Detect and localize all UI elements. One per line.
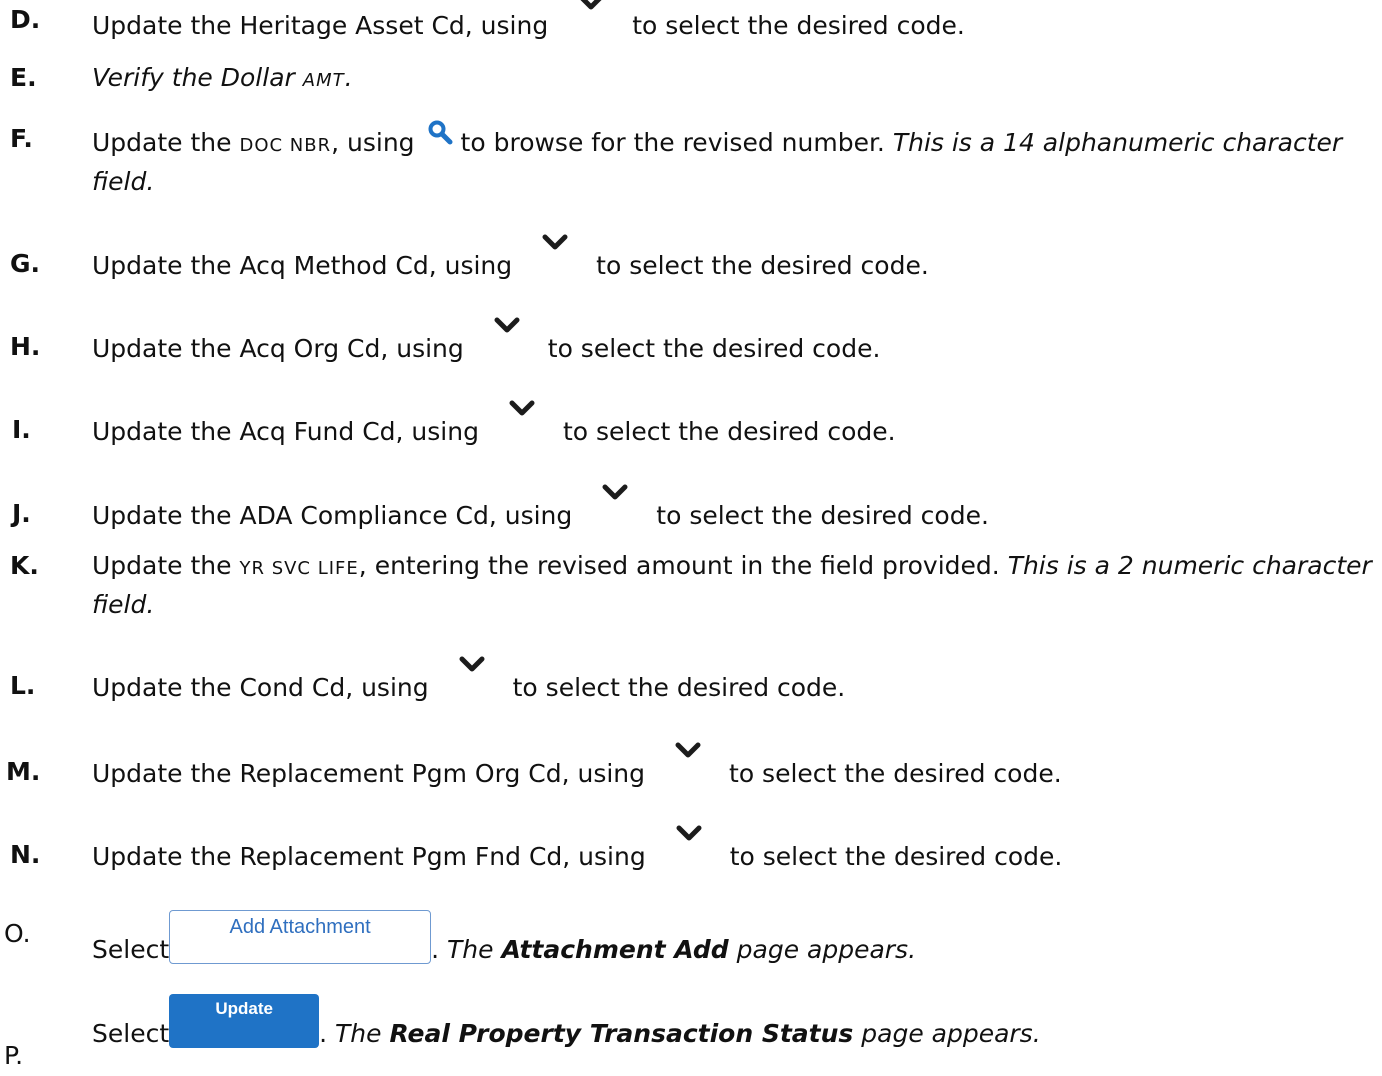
step-letter: H.	[10, 332, 41, 361]
step-letter: K.	[10, 551, 39, 580]
chevron-down-icon	[602, 484, 628, 500]
update-button[interactable]: Update	[169, 994, 320, 1048]
chevron-down-icon	[580, 0, 602, 10]
step-letter: G.	[10, 249, 41, 278]
chevron-down-icon	[459, 656, 485, 672]
step-result: The	[447, 935, 502, 964]
step-letter: P.	[4, 1041, 24, 1070]
step-text: Update the ADA Compliance Cd, using	[92, 501, 573, 530]
step-text: Select	[92, 1019, 170, 1048]
step-text-after: to browse for the revised number.	[460, 128, 893, 157]
step-text: Update the Acq Method Cd, using	[92, 251, 513, 280]
chevron-down-icon	[509, 400, 535, 416]
add-attachment-button[interactable]: Add Attachment	[169, 910, 432, 964]
step-text-after: to select the desired code.	[547, 334, 881, 363]
step-letter: J.	[12, 499, 31, 528]
field-name: AMT	[302, 70, 345, 91]
step-text-after: to select the desired code.	[562, 417, 896, 446]
step-letter: L.	[10, 671, 36, 700]
step-text-end: .	[344, 63, 353, 92]
step-text: Verify the Dollar	[92, 63, 303, 92]
chevron-down-icon	[494, 317, 520, 333]
step-text: Update the Cond Cd, using	[92, 673, 429, 702]
step-text: Update the Acq Org Cd, using	[92, 334, 464, 363]
step-result-end: page appears.	[853, 1019, 1041, 1048]
step-letter: O.	[4, 919, 31, 948]
step-text-after: to select the desired code.	[729, 842, 1063, 871]
step-letter: D.	[10, 5, 41, 34]
step-letter: M.	[6, 757, 41, 786]
page-name: Real Property Transaction Status	[389, 1019, 854, 1048]
chevron-down-icon	[542, 234, 568, 250]
step-text: Update the	[92, 128, 240, 157]
step-result: The	[335, 1019, 390, 1048]
search-icon	[428, 120, 453, 145]
step-text: Update the Replacement Pgm Fnd Cd, using	[92, 842, 646, 871]
step-text-pre: .	[431, 935, 448, 964]
step-text: Update the Heritage Asset Cd, using	[92, 11, 549, 40]
step-text-after: to select the desired code.	[632, 11, 965, 40]
step-letter: E.	[10, 63, 37, 92]
step-text-after: , entering the revised amount in the fie…	[358, 551, 1008, 580]
step-letter: F.	[10, 124, 33, 153]
step-text-after: to select the desired code.	[596, 251, 929, 280]
chevron-down-icon	[676, 825, 702, 841]
step-letter: I.	[12, 415, 31, 444]
field-name: DOC NBR	[239, 135, 332, 156]
step-text: Update the Replacement Pgm Org Cd, using	[92, 759, 646, 788]
step-text-after: to select the desired code.	[729, 759, 1062, 788]
step-text: Update the	[92, 551, 240, 580]
step-text: Select	[92, 935, 170, 964]
step-result-end: page appears.	[728, 935, 917, 964]
step-text-mid: , using	[331, 128, 415, 157]
step-text: Update the Acq Fund Cd, using	[92, 417, 479, 446]
field-name: YR SVC LIFE	[239, 558, 359, 579]
step-text-pre: .	[319, 1019, 336, 1048]
page-name: Attachment Add	[501, 935, 729, 964]
step-letter: N.	[10, 840, 41, 869]
step-text-after: to select the desired code.	[512, 673, 846, 702]
chevron-down-icon	[675, 742, 701, 758]
step-text-after: to select the desired code.	[656, 501, 989, 530]
